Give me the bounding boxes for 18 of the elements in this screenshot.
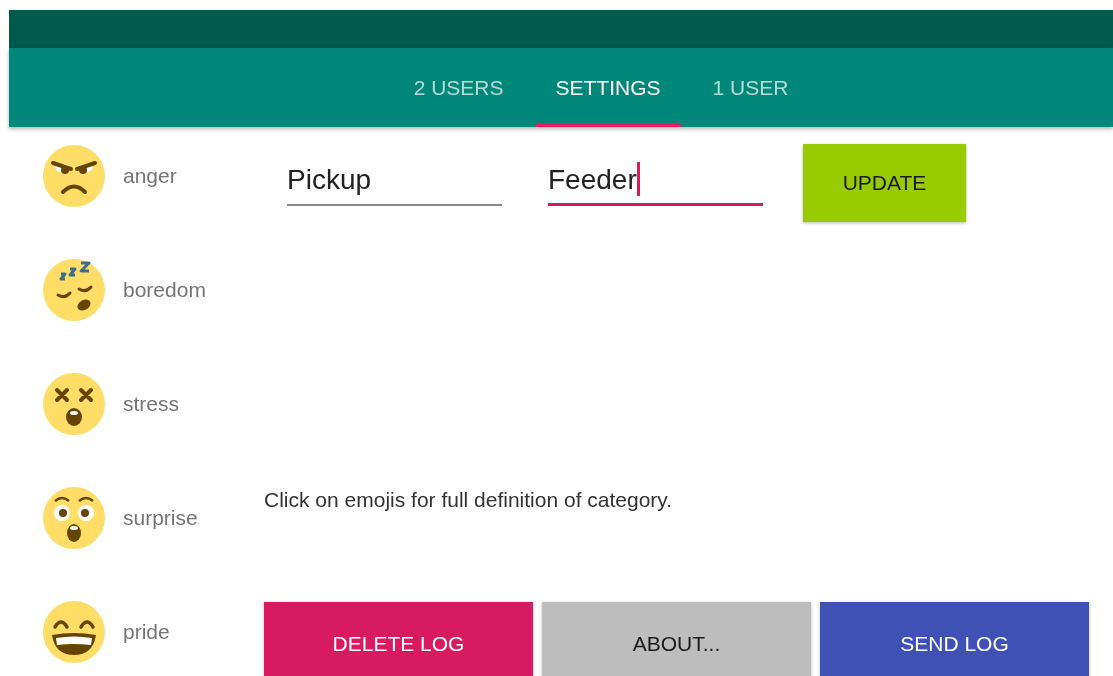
grinning-face-icon[interactable] bbox=[43, 601, 105, 663]
emotion-label: surprise bbox=[123, 506, 198, 530]
update-button[interactable]: UPDATE bbox=[803, 144, 966, 222]
text-field[interactable]: Feeder bbox=[548, 164, 763, 206]
sleepy-face-icon[interactable] bbox=[43, 259, 105, 321]
hint-text: Click on emojis for full definition of category. bbox=[264, 488, 674, 512]
emotion-label: pride bbox=[123, 620, 170, 644]
dizzy-face-icon[interactable] bbox=[43, 373, 105, 435]
action-button[interactable]: ABOUT... bbox=[542, 602, 811, 676]
angry-face-icon[interactable] bbox=[43, 145, 105, 207]
text-field[interactable]: Pickup bbox=[287, 164, 502, 206]
emotion-label: boredom bbox=[123, 278, 206, 302]
tab[interactable]: SETTINGS bbox=[535, 48, 681, 127]
emotion-label: stress bbox=[123, 392, 179, 416]
surprised-face-icon[interactable] bbox=[43, 487, 105, 549]
emotion-label: anger bbox=[123, 164, 177, 188]
action-button[interactable]: DELETE LOG bbox=[264, 602, 533, 676]
action-button[interactable]: SEND LOG bbox=[820, 602, 1089, 676]
